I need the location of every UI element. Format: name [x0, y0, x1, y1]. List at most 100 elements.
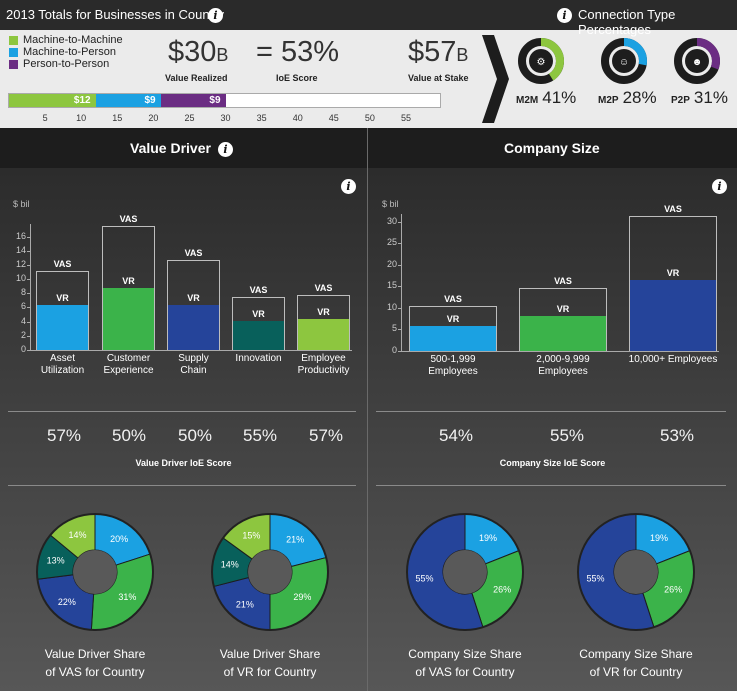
company-size-chart-info-icon[interactable]: i — [712, 179, 727, 194]
connection-percent: 41% — [542, 88, 577, 107]
connection-gauge-m2p: ☺ — [601, 38, 647, 84]
y-tick-label: 8 — [20, 287, 26, 298]
legend-swatch-m2p — [9, 47, 18, 57]
connection-code: M2P — [598, 95, 619, 106]
connection-panel: ⚙ M2M 41% ☺ M2P 28% ☻ P2P 31% — [482, 30, 737, 128]
ioe-score-value: 57% — [308, 426, 344, 445]
vr-bar — [410, 326, 496, 351]
connection-info-icon[interactable]: i — [557, 8, 572, 23]
connection-code: M2M — [516, 95, 539, 106]
category-label: Employee Productivity — [297, 353, 350, 376]
value-driver-score-title: Value Driver IoE Score — [135, 458, 232, 468]
stack-segment: $9 — [95, 94, 161, 107]
y-tick-mark — [398, 221, 402, 223]
connection-label-m2m: M2M 41% — [516, 88, 576, 108]
y-tick-label: 30 — [386, 215, 397, 226]
scale-tick: 15 — [112, 113, 123, 123]
y-tick-label: 0 — [391, 345, 397, 355]
value-realized-unit: B — [216, 45, 229, 65]
y-tick-label: 5 — [391, 323, 397, 334]
legend-p2p: Person-to-Person — [9, 58, 109, 70]
scale-tick: 45 — [328, 113, 339, 123]
legend-label: Machine-to-Machine — [23, 34, 123, 46]
scale-tick: 25 — [184, 113, 195, 123]
divider-line — [376, 485, 726, 486]
summary-info-icon[interactable]: i — [208, 8, 223, 23]
scale-tick: 40 — [292, 113, 303, 123]
ioe-score-value: 55% — [242, 426, 278, 445]
vas-bar-label: VAS — [314, 283, 333, 294]
connection-code: P2P — [671, 95, 690, 106]
vr-bar — [630, 279, 716, 351]
connection-gauge-p2p: ☻ — [674, 38, 720, 84]
y-tick-mark — [27, 264, 31, 266]
summary-title-bar: 2013 Totals for Businesses in Country i … — [0, 0, 737, 37]
company-size-panel: i $ bil Company Size IoE Score 0 5 10 15 20 2… — [368, 168, 737, 691]
value-driver-panel: i $ bil Value Driver IoE Score 0 2 4 6 8 10 12… — [0, 168, 367, 691]
stack-segment: $9 — [160, 94, 226, 107]
y-axis-line — [30, 224, 31, 350]
value-driver-title: Value Driver — [130, 140, 211, 156]
value-at-stake-number: $57B — [408, 36, 468, 69]
vas-bar-label: VAS — [53, 258, 72, 269]
connection-percent: 31% — [693, 88, 728, 107]
donut-slice-label: 26% — [664, 584, 682, 594]
value-driver-chart-info-icon[interactable]: i — [341, 179, 356, 194]
y-tick-mark — [27, 321, 31, 323]
ioe-score-number: = 53% — [256, 36, 340, 68]
value-realized-label: Value Realized — [165, 73, 228, 83]
category-label: 500-1,999 Employees — [428, 354, 478, 377]
y-tick-mark — [398, 286, 402, 288]
connection-percent: 28% — [622, 88, 657, 107]
donut-title: Company Size Share of VAS for Country — [408, 647, 522, 679]
donut-slice-label: 13% — [47, 556, 65, 566]
ioe-score-value: 50% — [177, 426, 213, 445]
category-label: 2,000-9,999 Employees — [536, 354, 590, 377]
y-tick-label: 10 — [15, 273, 26, 284]
scale-tick: 55 — [400, 113, 412, 123]
vr-bar-label: VR — [122, 275, 135, 286]
value-driver-info-icon[interactable]: i — [218, 142, 233, 157]
y-tick-label: 4 — [20, 315, 26, 326]
legend-label: Machine-to-Person — [23, 46, 116, 58]
donut-slice-label: 21% — [286, 535, 304, 545]
y-tick-label: 2 — [20, 329, 26, 340]
donut-slice-label: 21% — [236, 599, 254, 609]
donut-slice-label: 31% — [118, 592, 136, 602]
y-tick-label: 20 — [386, 258, 397, 269]
vr-bar — [103, 287, 154, 350]
vr-bar-label: VR — [556, 304, 570, 315]
scale-tick: 50 — [364, 113, 375, 123]
chevron-right-icon — [482, 35, 509, 123]
divider-line — [376, 411, 726, 412]
vr-bar-label: VR — [446, 314, 460, 325]
summary-panel: 2013 Totals for Businesses in Country i … — [0, 0, 737, 128]
vr-bar — [37, 305, 88, 350]
y-tick-mark — [398, 329, 402, 331]
ioe-score-value: 50% — [111, 426, 147, 445]
company-size-header: Company Size — [368, 128, 737, 168]
x-axis-line — [30, 350, 352, 351]
vr-bar — [168, 305, 219, 350]
donut-hole — [443, 550, 487, 594]
legend-swatch-m2m — [9, 35, 18, 45]
value-at-stake-amount: $57 — [408, 36, 457, 68]
scale-tick: 20 — [148, 113, 159, 123]
ioe-score-value: 53% — [659, 426, 695, 445]
vr-bar-label: VR — [187, 293, 200, 304]
value-realized-number: $30B — [168, 36, 228, 69]
donut-hole — [73, 550, 117, 594]
y-tick-label: 10 — [386, 301, 397, 312]
scale-tick: 5 — [42, 113, 48, 123]
company-size-score-title: Company Size IoE Score — [499, 458, 606, 468]
y-tick-mark — [27, 250, 31, 252]
donut-slice-label: 20% — [110, 534, 128, 544]
donut-slice-label: 22% — [58, 597, 76, 607]
vr-bar — [233, 320, 284, 350]
share-donut-chart: 21% 29% 21% 14% 15% — [211, 513, 329, 631]
scale-tick: 10 — [76, 113, 87, 123]
vas-bar-label: VAS — [444, 293, 462, 304]
divider-line — [8, 485, 356, 486]
scale-tick: 35 — [256, 113, 267, 123]
donut-slice-label: 19% — [479, 533, 497, 543]
